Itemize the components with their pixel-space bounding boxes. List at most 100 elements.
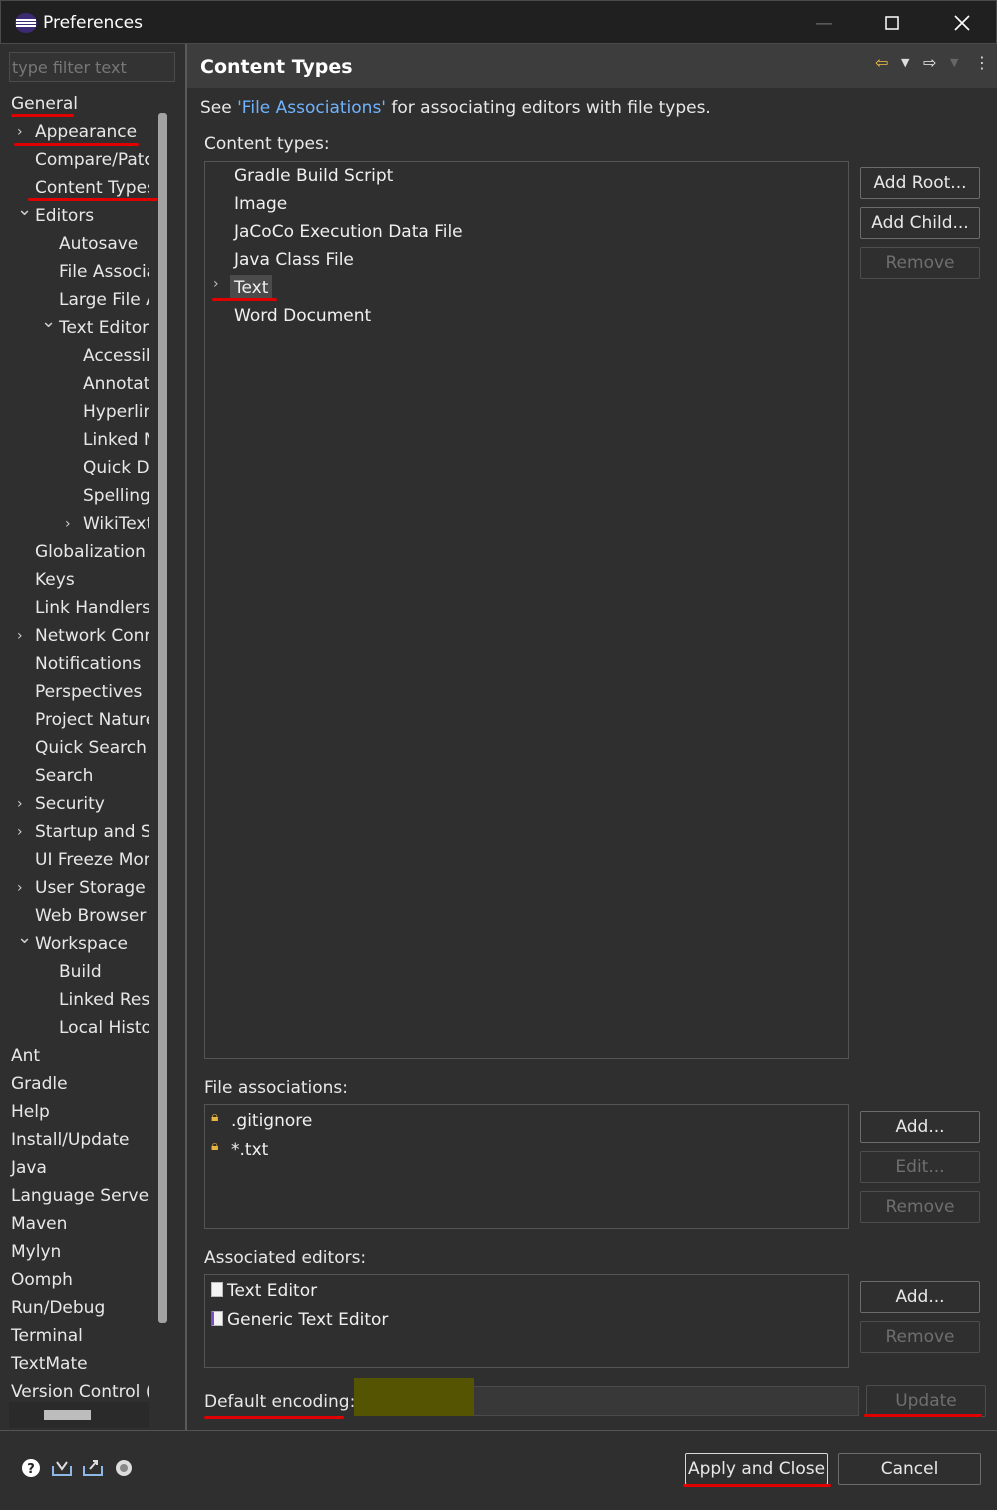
tree-item[interactable]: Ant xyxy=(9,1042,149,1070)
tree-item[interactable]: Terminal xyxy=(9,1322,149,1350)
update-encoding-button[interactable]: Update xyxy=(866,1385,986,1417)
tree-item[interactable]: Install/Update xyxy=(9,1126,149,1154)
see-suffix: for associating editors with file types. xyxy=(385,98,711,118)
add-child-button[interactable]: Add Child... xyxy=(860,207,980,239)
file-association-item[interactable]: .gitignore xyxy=(231,1111,312,1131)
associated-editors-label: Associated editors: xyxy=(204,1248,367,1268)
view-menu-icon[interactable]: ⋮ xyxy=(974,52,990,74)
tree-hscroll-thumb[interactable] xyxy=(44,1410,91,1420)
tree-item-label: Security xyxy=(35,794,105,814)
content-type-item[interactable]: Java Class File xyxy=(234,250,354,270)
back-arrow-icon[interactable]: ⇦ xyxy=(875,52,888,74)
tree-item[interactable]: ⌄ Text Editors xyxy=(9,311,149,342)
tree-item[interactable]: Annotati xyxy=(9,370,149,398)
tree-item[interactable]: Accessib xyxy=(9,342,149,370)
default-encoding-label: Default encoding: xyxy=(204,1392,356,1412)
content-type-item[interactable]: Text xyxy=(234,278,268,298)
tree-item[interactable]: › Security xyxy=(9,790,149,818)
import-icon[interactable] xyxy=(51,1458,73,1480)
tree-item[interactable]: Large File A xyxy=(9,286,149,314)
export-icon[interactable] xyxy=(82,1458,104,1480)
lock-icon: 🔒︎ xyxy=(211,1109,219,1125)
tree-item[interactable]: Link Handlers xyxy=(9,594,149,622)
close-button[interactable] xyxy=(927,1,997,45)
tree-item[interactable]: Mylyn xyxy=(9,1238,149,1266)
add-root-button[interactable]: Add Root... xyxy=(860,167,980,199)
chevron-right-icon[interactable]: › xyxy=(17,818,31,846)
chevron-right-icon[interactable]: › xyxy=(17,790,31,818)
record-icon[interactable] xyxy=(113,1458,135,1480)
tree-item[interactable]: Gradle xyxy=(9,1070,149,1098)
content-type-item[interactable]: Word Document xyxy=(234,306,371,326)
tree-item[interactable]: ›Startup and Sh xyxy=(9,818,149,846)
tree-scroll-thumb[interactable] xyxy=(158,113,167,1323)
content-types-tree[interactable] xyxy=(204,161,849,1059)
tree-item[interactable]: Local Histo xyxy=(9,1014,149,1042)
tree-item[interactable]: Hyperlin xyxy=(9,398,149,426)
content-type-item[interactable]: JaCoCo Execution Data File xyxy=(234,222,463,242)
tree-item[interactable]: Oomph xyxy=(9,1266,149,1294)
forward-arrow-icon[interactable]: ⇨ xyxy=(923,52,936,74)
tree-item[interactable]: Notifications xyxy=(9,650,149,678)
tree-item[interactable]: TextMate xyxy=(9,1350,149,1378)
tree-item-label: Linked Reso xyxy=(59,990,149,1010)
cancel-button[interactable]: Cancel xyxy=(838,1453,981,1485)
tree-item[interactable]: Quick D xyxy=(9,454,149,482)
tree-item[interactable]: Build xyxy=(9,958,149,986)
filter-input[interactable]: type filter text xyxy=(9,52,175,82)
content-type-item[interactable]: Gradle Build Script xyxy=(234,166,393,186)
content-type-item[interactable]: Image xyxy=(234,194,287,214)
tree-item-label: Notifications xyxy=(35,654,142,674)
forward-menu-icon[interactable]: ▼ xyxy=(950,52,958,74)
add-editor-button[interactable]: Add... xyxy=(860,1281,980,1313)
tree-item[interactable]: File Associa xyxy=(9,258,149,286)
tree-item[interactable]: Keys xyxy=(9,566,149,594)
tree-item[interactable]: ›User Storage S xyxy=(9,874,149,902)
tree-item[interactable]: Linked Reso xyxy=(9,986,149,1014)
help-icon[interactable]: ? xyxy=(20,1458,42,1480)
associated-editor-item[interactable]: Generic Text Editor xyxy=(227,1310,388,1330)
minimize-button[interactable]: — xyxy=(789,1,859,45)
tree-item[interactable]: Linked M xyxy=(9,426,149,454)
tree-item[interactable]: Help xyxy=(9,1098,149,1126)
tree-item[interactable]: Project Nature xyxy=(9,706,149,734)
remove-content-type-button[interactable]: Remove xyxy=(860,247,980,279)
tree-item[interactable]: Java xyxy=(9,1154,149,1182)
tree-item[interactable]: UI Freeze Mon xyxy=(9,846,149,874)
add-file-association-button[interactable]: Add... xyxy=(860,1111,980,1143)
tree-item[interactable]: ⌄ Workspace xyxy=(9,927,149,958)
chevron-right-icon[interactable]: › xyxy=(17,874,31,902)
remove-editor-button[interactable]: Remove xyxy=(860,1321,980,1353)
remove-file-association-button[interactable]: Remove xyxy=(860,1191,980,1223)
chevron-down-icon[interactable]: ⌄ xyxy=(41,308,56,336)
see-description: See 'File Associations' for associating … xyxy=(200,98,711,118)
tree-item[interactable]: Perspectives xyxy=(9,678,149,706)
tree-item[interactable]: › WikiText xyxy=(9,510,149,538)
tree-item[interactable]: Maven xyxy=(9,1210,149,1238)
panel-divider[interactable] xyxy=(185,44,187,1430)
chevron-right-icon[interactable]: › xyxy=(65,510,79,538)
tree-item[interactable]: ⌄ Editors xyxy=(9,199,149,230)
tree-item[interactable]: Spelling xyxy=(9,482,149,510)
associated-editor-item[interactable]: Text Editor xyxy=(227,1281,317,1301)
tree-item[interactable]: › Network Conn xyxy=(9,622,149,650)
tree-item[interactable]: Quick Search xyxy=(9,734,149,762)
tree-item[interactable]: Language Servers xyxy=(9,1182,149,1210)
tree-item[interactable]: Autosave xyxy=(9,230,149,258)
tree-item[interactable]: Globalization xyxy=(9,538,149,566)
tree-item[interactable]: Compare/Patc xyxy=(9,146,149,174)
tree-item[interactable]: › Appearance xyxy=(9,118,149,146)
tree-item-label: Web Browser xyxy=(35,906,147,926)
back-menu-icon[interactable]: ▼ xyxy=(901,52,909,74)
file-associations-link[interactable]: 'File Associations' xyxy=(237,98,386,118)
tree-item[interactable]: Run/Debug xyxy=(9,1294,149,1322)
chevron-right-icon[interactable]: › xyxy=(213,276,219,292)
maximize-button[interactable] xyxy=(857,1,927,45)
chevron-down-icon[interactable]: ⌄ xyxy=(17,924,32,952)
file-association-item[interactable]: *.txt xyxy=(231,1140,268,1160)
apply-and-close-button[interactable]: Apply and Close xyxy=(685,1453,828,1485)
tree-item[interactable]: Search xyxy=(9,762,149,790)
chevron-right-icon[interactable]: › xyxy=(17,622,31,650)
chevron-right-icon[interactable]: › xyxy=(17,118,31,146)
edit-file-association-button[interactable]: Edit... xyxy=(860,1151,980,1183)
